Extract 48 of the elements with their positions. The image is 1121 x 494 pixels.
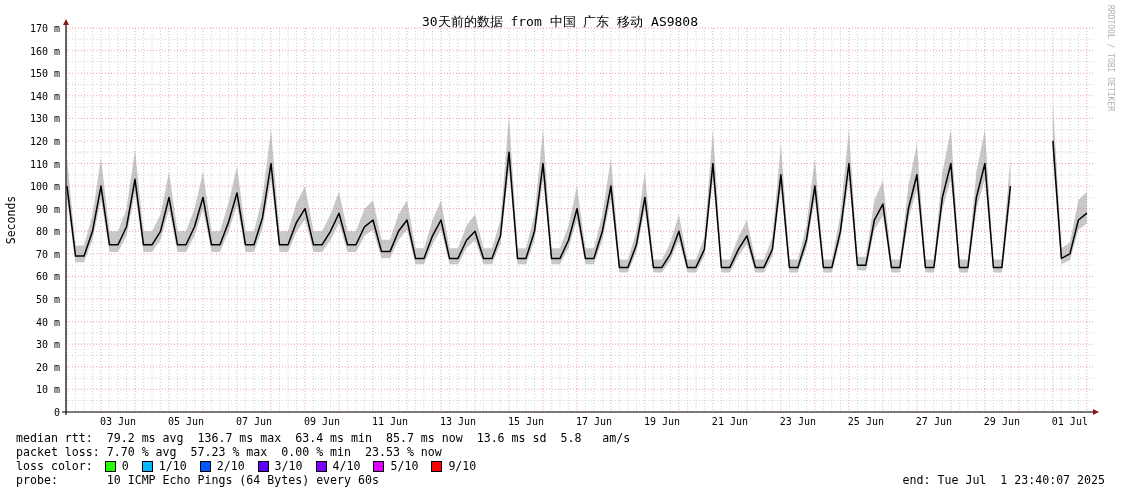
y-tick-label: 10 m — [35, 384, 60, 396]
credit-text: RRDTOOL / TOBI OETIKER — [1106, 5, 1115, 111]
loss-color-text: 5/10 — [390, 459, 419, 473]
y-tick-label: 80 m — [35, 226, 60, 238]
loss-color-text: 3/10 — [274, 459, 303, 473]
x-tick-label: 25 Jun — [847, 416, 884, 427]
y-tick-label: 100 m — [29, 181, 60, 193]
x-tick-label: 01 Jul — [1051, 416, 1088, 427]
y-tick-label: 70 m — [35, 248, 60, 260]
x-tick-label: 19 Jun — [643, 416, 680, 427]
loss-color-text: 0 — [121, 459, 129, 473]
y-tick-label: 140 m — [29, 90, 60, 102]
x-tick-label: 21 Jun — [711, 416, 748, 427]
y-tick-label: 130 m — [29, 113, 60, 125]
y-tick-label: 20 m — [35, 361, 60, 373]
x-tick-label: 23 Jun — [779, 416, 816, 427]
x-tick-label: 11 Jun — [371, 416, 409, 427]
end-time: end: Tue Jul 1 23:40:07 2025 — [902, 473, 1105, 487]
x-tick-label: 07 Jun — [235, 416, 273, 427]
probe-info: probe: 10 ICMP Echo Pings (64 Bytes) every 60s — [16, 473, 379, 487]
x-tick-label: 15 Jun — [507, 416, 544, 427]
x-tick-label: 29 Jun — [983, 416, 1020, 427]
x-tick-label: 03 Jun — [99, 416, 137, 427]
y-tick-label: 0 — [53, 407, 60, 418]
x-tick-label: 09 Jun — [303, 416, 341, 427]
loss-color-text: 2/10 — [216, 459, 245, 473]
y-tick-label: 90 m — [35, 203, 60, 215]
x-tick-label: 27 Jun — [915, 416, 952, 427]
y-tick-label: 60 m — [35, 271, 60, 283]
median-rtt-stats: median rtt: 79.2 ms avg 136.7 ms max 63.4 ms min 85.7 ms now 13.6 ms sd 5.8 am/s — [16, 431, 631, 445]
y-tick-label: 150 m — [29, 68, 60, 80]
y-tick-label: 30 m — [35, 339, 60, 351]
y-tick-label: 170 m — [29, 23, 60, 34]
x-tick-label: 17 Jun — [575, 416, 612, 427]
x-tick-label: 05 Jun — [167, 416, 205, 427]
y-tick-label: 160 m — [29, 45, 60, 57]
x-tick-label: 13 Jun — [439, 416, 477, 427]
loss-color-label: loss color: — [16, 459, 93, 473]
loss-color-text: 9/10 — [448, 459, 477, 473]
y-tick-label: 40 m — [35, 316, 60, 328]
packet-loss-stats: packet loss: 7.70 % avg 57.23 % max 0.00 % min 23.53 % now — [16, 445, 442, 459]
loss-color-text: 4/10 — [332, 459, 361, 473]
y-tick-label: 120 m — [29, 135, 60, 147]
y-tick-label: 50 m — [35, 294, 60, 306]
loss-color-text: 1/10 — [158, 459, 187, 473]
axis-label: Seconds — [4, 195, 18, 245]
chart-title: 30天前的数据 from 中国 广东 移动 AS9808 — [421, 14, 699, 29]
y-tick-label: 110 m — [29, 158, 60, 170]
